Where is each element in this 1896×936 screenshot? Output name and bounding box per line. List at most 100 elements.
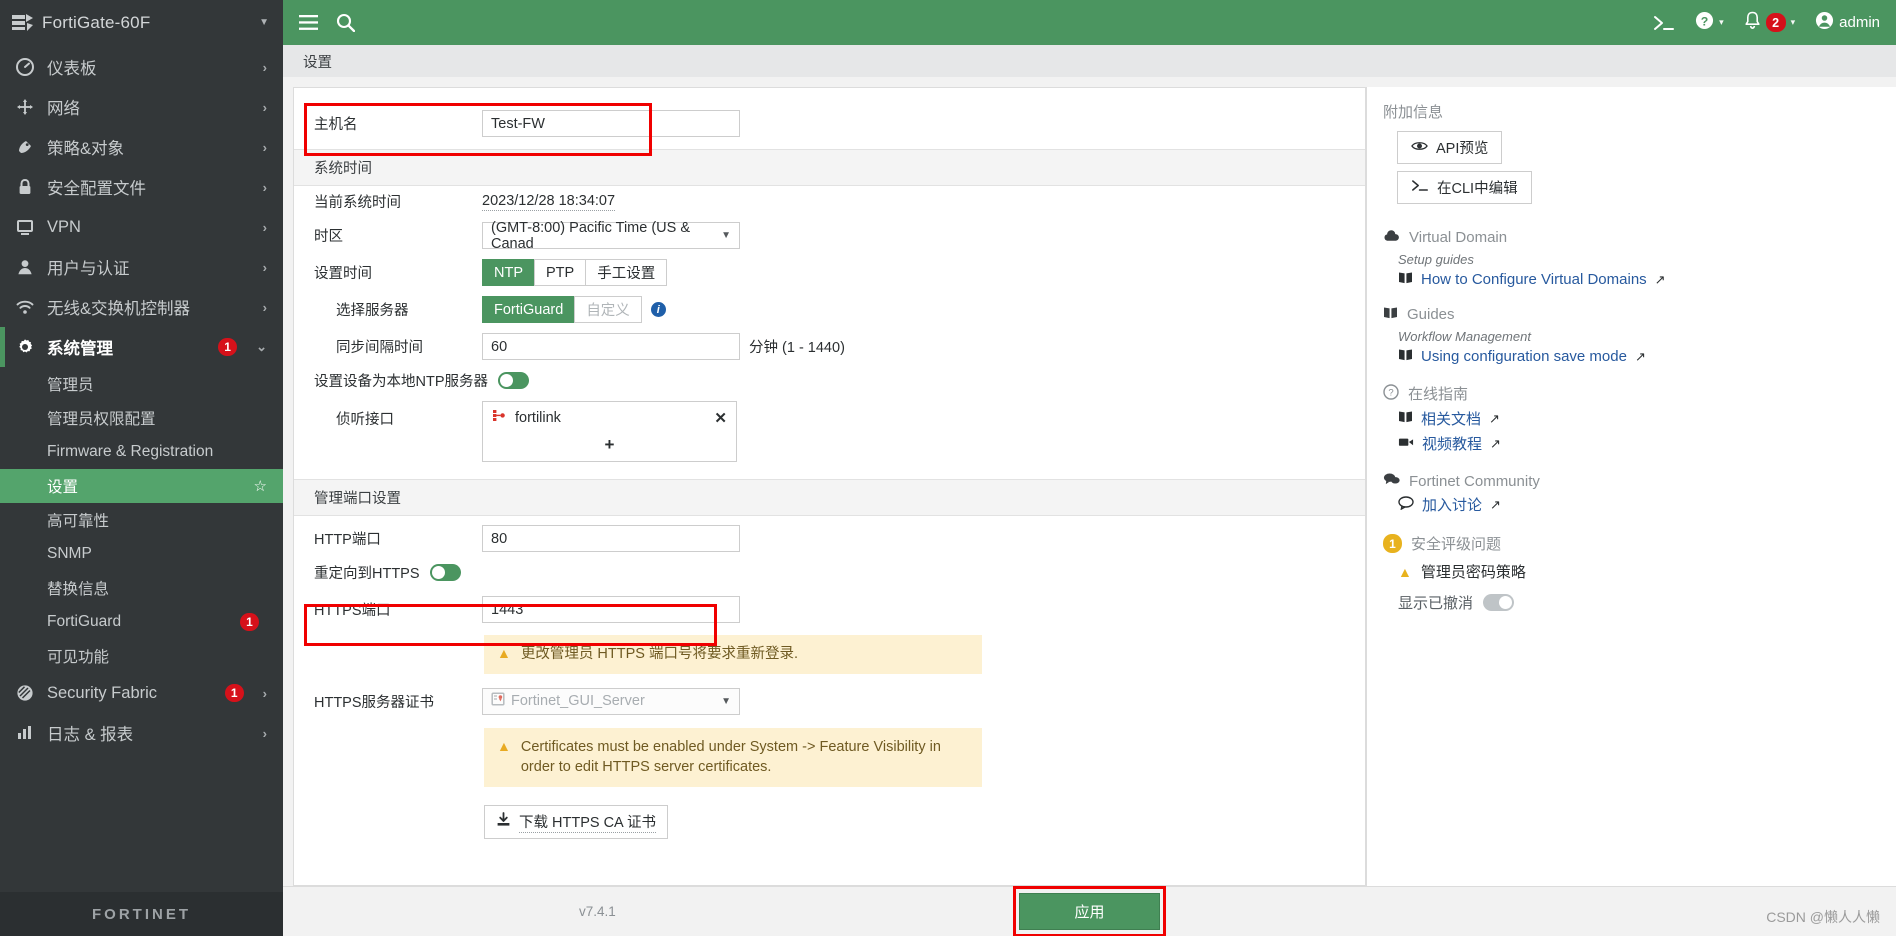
timezone-select[interactable]: (GMT-8:00) Pacific Time (US & Canad ▼ <box>482 220 740 252</box>
system-time-section-header: 系统时间 <box>294 149 1365 186</box>
chevron-down-icon: ▼ <box>259 17 269 28</box>
sidebar-item-label: 策略&对象 <box>47 140 125 158</box>
link-join-discussion[interactable]: 加入讨论 ↗ <box>1398 494 1876 515</box>
sidebar-subitem-fortiguard[interactable]: FortiGuard 1 <box>0 605 283 639</box>
listen-interface-label: 侦听接口 <box>336 412 394 428</box>
group-heading: Fortinet Community <box>1383 472 1876 490</box>
listen-interface-box: fortilink ✕ + <box>482 401 737 462</box>
help-menu[interactable]: ? ▾ <box>1695 11 1724 34</box>
link-related-documents[interactable]: 相关文档 ↗ <box>1398 408 1876 429</box>
fortinet-logo: FORTINET <box>0 892 283 936</box>
sidebar-subitem-feature-visibility[interactable]: 可见功能 <box>0 639 283 673</box>
sidebar-subitem-snmp[interactable]: SNMP <box>0 537 283 571</box>
set-time-option-ntp[interactable]: NTP <box>482 259 535 286</box>
link-how-to-configure-virtual-domains[interactable]: How to Configure Virtual Domains ↗ <box>1398 271 1876 288</box>
sidebar-subitem-settings[interactable]: 设置 ☆ <box>0 469 283 503</box>
sidebar-subitem-ha[interactable]: 高可靠性 <box>0 503 283 537</box>
download-https-ca-button[interactable]: 下载 HTTPS CA 证书 <box>484 804 668 839</box>
hostname-row: 主机名 <box>294 102 1365 149</box>
timezone-label: 时区 <box>314 229 343 245</box>
link-using-configuration-save-mode[interactable]: Using configuration save mode ↗ <box>1398 348 1876 365</box>
chevron-down-icon: ▾ <box>1719 17 1724 27</box>
local-ntp-row: 设置设备为本地NTP服务器 <box>294 365 1365 396</box>
group-subheading: Setup guides <box>1398 252 1474 267</box>
svg-text:?: ? <box>1701 14 1709 28</box>
sidebar-item-vpn[interactable]: VPN › <box>0 207 283 247</box>
sidebar-item-security-profiles[interactable]: 安全配置文件 › <box>0 167 283 207</box>
sidebar-subitem-replacement-messages[interactable]: 替换信息 <box>0 571 283 605</box>
sidebar-badge: 1 <box>224 684 244 702</box>
https-port-input[interactable] <box>482 596 740 623</box>
gear-icon <box>14 338 36 356</box>
server-option-fortiguard[interactable]: FortiGuard <box>482 296 576 323</box>
sidebar-item-dashboard[interactable]: 仪表板 › <box>0 47 283 87</box>
chevron-right-icon: › <box>262 299 267 315</box>
interface-entry: fortilink ✕ <box>483 402 736 433</box>
external-link-icon: ↗ <box>1490 435 1501 451</box>
apply-button[interactable]: 应用 <box>1019 893 1160 930</box>
page-body: 仪表板 › 网络 › 策略&对象 › 安全配置文件 › VPN › 用户与认证 … <box>0 45 1896 936</box>
group-heading: Guides <box>1383 306 1876 323</box>
http-port-input[interactable] <box>482 525 740 552</box>
sidebar-item-label: 系统管理 <box>47 340 113 358</box>
sidebar-subitem-label: 设置 <box>47 479 79 496</box>
redirect-https-toggle[interactable] <box>429 564 461 581</box>
star-favorite-icon[interactable]: ☆ <box>254 477 267 495</box>
sidebar-item-policy-objects[interactable]: 策略&对象 › <box>0 127 283 167</box>
sidebar-subitem-administrators[interactable]: 管理员 <box>0 367 283 401</box>
brand-device-selector[interactable]: FortiGate-60F ▼ <box>0 0 283 45</box>
cli-console-icon[interactable] <box>1653 15 1675 31</box>
sidebar-item-user-authentication[interactable]: 用户与认证 › <box>0 247 283 287</box>
policy-icon <box>14 138 36 156</box>
chevron-right-icon: › <box>262 259 267 275</box>
sidebar-item-security-fabric[interactable]: Security Fabric 1 › <box>0 673 283 713</box>
notifications-menu[interactable]: 2 ▾ <box>1744 11 1796 34</box>
set-time-option-manual[interactable]: 手工设置 <box>585 259 668 286</box>
sidebar-subitem-label: 可见功能 <box>47 649 110 666</box>
sidebar-item-label: 用户与认证 <box>47 260 130 278</box>
api-preview-button[interactable]: API预览 <box>1397 131 1503 164</box>
chevron-down-icon: ▼ <box>721 695 731 707</box>
book-icon <box>1398 271 1413 288</box>
fabric-icon <box>14 684 36 702</box>
chevron-down-icon: ▾ <box>1790 17 1796 27</box>
sidebar-item-network[interactable]: 网络 › <box>0 87 283 127</box>
notification-count-badge: 2 <box>1765 13 1786 32</box>
local-ntp-toggle[interactable] <box>498 372 529 389</box>
sidebar-item-log-report[interactable]: 日志 & 报表 › <box>0 713 283 753</box>
group-subheading: Workflow Management <box>1398 329 1531 344</box>
close-x-icon[interactable]: ✕ <box>714 409 727 427</box>
hostname-label: 主机名 <box>314 117 358 133</box>
sidebar-item-label: 仪表板 <box>47 60 97 78</box>
book-icon <box>1398 348 1413 365</box>
video-icon <box>1398 435 1414 452</box>
link-video-tutorials[interactable]: 视频教程 ↗ <box>1398 433 1876 454</box>
current-time-row: 当前系统时间 2023/12/28 18:34:07 <box>294 186 1365 217</box>
edit-in-cli-button[interactable]: 在CLI中编辑 <box>1397 171 1532 204</box>
search-icon[interactable] <box>336 13 355 32</box>
plus-icon[interactable]: + <box>483 433 736 461</box>
cloud-icon <box>1383 229 1400 246</box>
https-cert-row: HTTPS服务器证书 Fortinet_GUI_Server ▼ <box>294 678 1365 720</box>
sidebar-subitem-label: SNMP <box>47 545 92 562</box>
sidebar-subitem-firmware-registration[interactable]: Firmware & Registration <box>0 435 283 469</box>
watermark-label: CSDN @懒人人懒 <box>1766 909 1880 925</box>
sidebar-item-wifi-switch-controller[interactable]: 无线&交换机控制器 › <box>0 287 283 327</box>
sidebar-subitem-admin-profiles[interactable]: 管理员权限配置 <box>0 401 283 435</box>
set-time-option-ptp[interactable]: PTP <box>534 259 587 286</box>
hamburger-menu-icon[interactable] <box>299 15 318 30</box>
sync-interval-suffix: 分钟 (1 - 1440) <box>749 340 845 356</box>
security-rating-issue[interactable]: ▲ 管理员密码策略 <box>1398 561 1876 582</box>
show-dismissed-toggle[interactable] <box>1483 594 1515 611</box>
chevron-right-icon: › <box>262 179 267 195</box>
sync-interval-input[interactable] <box>482 333 740 360</box>
sidebar-item-system[interactable]: 系统管理 1 ⌄ <box>0 327 283 367</box>
settings-form: 主机名 系统时间 当前系统时间 2023/12/28 18:34:07 时区 <box>293 87 1366 886</box>
top-bar: FortiGate-60F ▼ ? ▾ 2 ▾ admin <box>0 0 1896 45</box>
user-menu[interactable]: admin <box>1815 11 1880 34</box>
server-option-custom[interactable]: 自定义 <box>574 296 642 323</box>
mgmt-port-section-header: 管理端口设置 <box>294 479 1365 516</box>
info-icon[interactable]: i <box>650 302 666 317</box>
hostname-input[interactable] <box>482 110 740 137</box>
current-time-label: 当前系统时间 <box>314 195 401 211</box>
